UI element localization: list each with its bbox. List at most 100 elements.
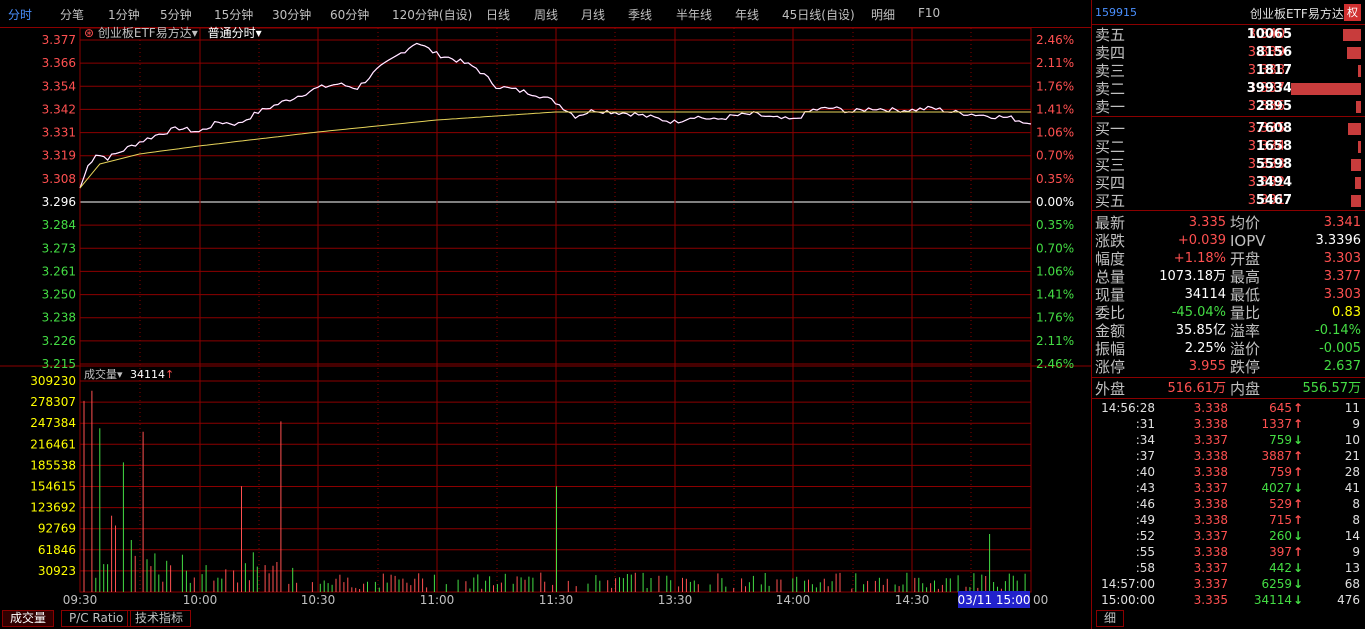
down-arrow-icon: ↓ [1293, 529, 1304, 543]
tick-count: 28 [1344, 465, 1360, 479]
divider [1092, 398, 1365, 399]
bottom-tab-1[interactable]: P/C Ratio [61, 610, 132, 627]
up-arrow-icon: ↑ [1293, 417, 1304, 431]
tick-price: 3.338 [1193, 449, 1228, 463]
stat-value: 0.83 [1332, 305, 1361, 320]
stat-value: 2.637 [1323, 359, 1361, 374]
volume-header: 成交量▾ 34114↑ [84, 366, 174, 382]
order-book-depth-bar [1351, 159, 1361, 171]
security-name: 创业板ETF易方达 [1250, 7, 1344, 21]
volume-selector[interactable]: 成交量 [84, 368, 117, 381]
divider [1092, 377, 1365, 378]
stat-label: 总量 [1095, 268, 1126, 286]
time-axis-end-label: 00 [1033, 593, 1048, 607]
up-arrow-icon: ↑ [1293, 449, 1304, 463]
mode-selector[interactable]: 普通分时 [208, 26, 256, 40]
chart-header: ⊛ 创业板ETF易方达▾ 普通分时▾ [84, 24, 262, 41]
bottom-tab-2[interactable]: 技术指标 [127, 610, 192, 627]
stat-value: +0.039 [1177, 233, 1226, 248]
tab-detail[interactable]: 细 [1096, 610, 1125, 627]
stat-value: +1.18% [1173, 251, 1226, 266]
inner-volume-label: 内盘 [1230, 380, 1261, 398]
order-book-label: 卖一 [1095, 98, 1126, 116]
bottom-tab-0[interactable]: 成交量 [2, 610, 55, 627]
up-arrow-icon: ↑ [1293, 401, 1304, 415]
tick-count: 9 [1352, 545, 1360, 559]
volume-tick-label: 216461 [30, 437, 76, 451]
tick-row: :40 3.338 759 ↑ 28 [1092, 464, 1365, 480]
order-book-row: 买二 3.334 1658 [1092, 138, 1365, 156]
tick-time: :52 [1135, 529, 1155, 543]
volume-tick-label: 247384 [30, 416, 76, 430]
intraday-chart[interactable]: 3.377 3.366 3.354 3.342 3.331 3.319 3.308 3.296… [0, 0, 1092, 629]
volume-tick-label: 61846 [38, 543, 76, 557]
order-book-depth-bar [1343, 29, 1361, 41]
stat-label: 最新 [1095, 214, 1126, 232]
stat-label: 金额 [1095, 322, 1126, 340]
order-book-row: 买五 3.331 5467 [1092, 192, 1365, 210]
order-book-label: 买五 [1095, 192, 1126, 210]
tick-count: 8 [1352, 497, 1360, 511]
tick-price: 3.338 [1193, 513, 1228, 527]
tick-volume: 260 [1269, 529, 1292, 543]
tick-count: 9 [1352, 417, 1360, 431]
tick-volume: 759 [1269, 465, 1292, 479]
percent-tick-label: 2.46% [1036, 357, 1074, 371]
security-selector[interactable]: 创业板ETF易方达 [98, 26, 192, 40]
tick-time: :46 [1135, 497, 1155, 511]
tick-price: 3.337 [1193, 433, 1228, 447]
security-selector-icon: ⊛ [84, 26, 95, 40]
divider [1092, 24, 1365, 25]
tick-volume: 397 [1269, 545, 1292, 559]
tick-volume: 529 [1269, 497, 1292, 511]
order-book-volume: 39934 [1246, 81, 1292, 96]
percent-tick-label: 1.76% [1036, 311, 1074, 325]
price-axis: 3.377 3.366 3.354 3.342 3.331 3.319 3.308 3.296… [42, 33, 76, 371]
order-book-volume: 5467 [1255, 193, 1292, 208]
stat-label: 跌停 [1230, 358, 1261, 376]
chevron-down-icon: ▾ [191, 26, 198, 40]
percent-tick-label: 1.76% [1036, 79, 1074, 93]
tick-price: 3.338 [1193, 545, 1228, 559]
order-book-label: 卖四 [1095, 44, 1126, 62]
volume-tick-label: 278307 [30, 395, 76, 409]
percent-tick-label: 0.35% [1036, 218, 1074, 232]
volume-value: 34114 [130, 368, 166, 381]
tick-time: :43 [1135, 481, 1155, 495]
order-book-label: 买二 [1095, 138, 1126, 156]
stat-value: 2.25% [1184, 341, 1226, 356]
price-tick-label: 3.377 [42, 33, 76, 47]
tick-price: 3.337 [1193, 529, 1228, 543]
tick-count: 10 [1344, 433, 1360, 447]
volume-tick-label: 309230 [30, 374, 76, 388]
tick-volume: 442 [1269, 561, 1292, 575]
percent-tick-label: 2.11% [1036, 56, 1074, 70]
order-book-volume: 2895 [1255, 99, 1292, 114]
down-arrow-icon: ↓ [1293, 433, 1304, 447]
tick-row: :49 3.338 715 ↑ 8 [1092, 512, 1365, 528]
order-book-label: 卖二 [1095, 80, 1126, 98]
stat-value: -0.14% [1315, 323, 1361, 338]
order-book-row: 买四 3.332 3494 [1092, 174, 1365, 192]
tick-time: 14:56:28 [1101, 401, 1155, 415]
tick-volume: 759 [1269, 433, 1292, 447]
tick-time: :34 [1135, 433, 1155, 447]
order-book-depth-bar [1347, 47, 1361, 59]
tick-row: :37 3.338 3887 ↑ 21 [1092, 448, 1365, 464]
volume-bars [83, 390, 1026, 592]
rights-badge[interactable]: 权 [1344, 4, 1361, 21]
price-tick-label: 3.284 [42, 218, 76, 232]
volume-tick-label: 154615 [30, 480, 76, 494]
price-tick-label: 3.319 [42, 149, 76, 163]
up-arrow-icon: ↑ [1293, 513, 1304, 527]
tick-row: :34 3.337 759 ↓ 10 [1092, 432, 1365, 448]
percent-tick-label: 0.00% [1036, 195, 1074, 209]
tick-row: :46 3.338 529 ↑ 8 [1092, 496, 1365, 512]
chevron-down-icon: ▾ [255, 26, 262, 40]
price-tick-label: 3.226 [42, 334, 76, 348]
time-tick-label: 10:00 [183, 593, 218, 607]
tick-count: 14 [1344, 529, 1360, 543]
tick-price: 3.338 [1193, 497, 1228, 511]
order-book-volume: 8156 [1255, 45, 1292, 60]
stat-label: 振幅 [1095, 340, 1126, 358]
